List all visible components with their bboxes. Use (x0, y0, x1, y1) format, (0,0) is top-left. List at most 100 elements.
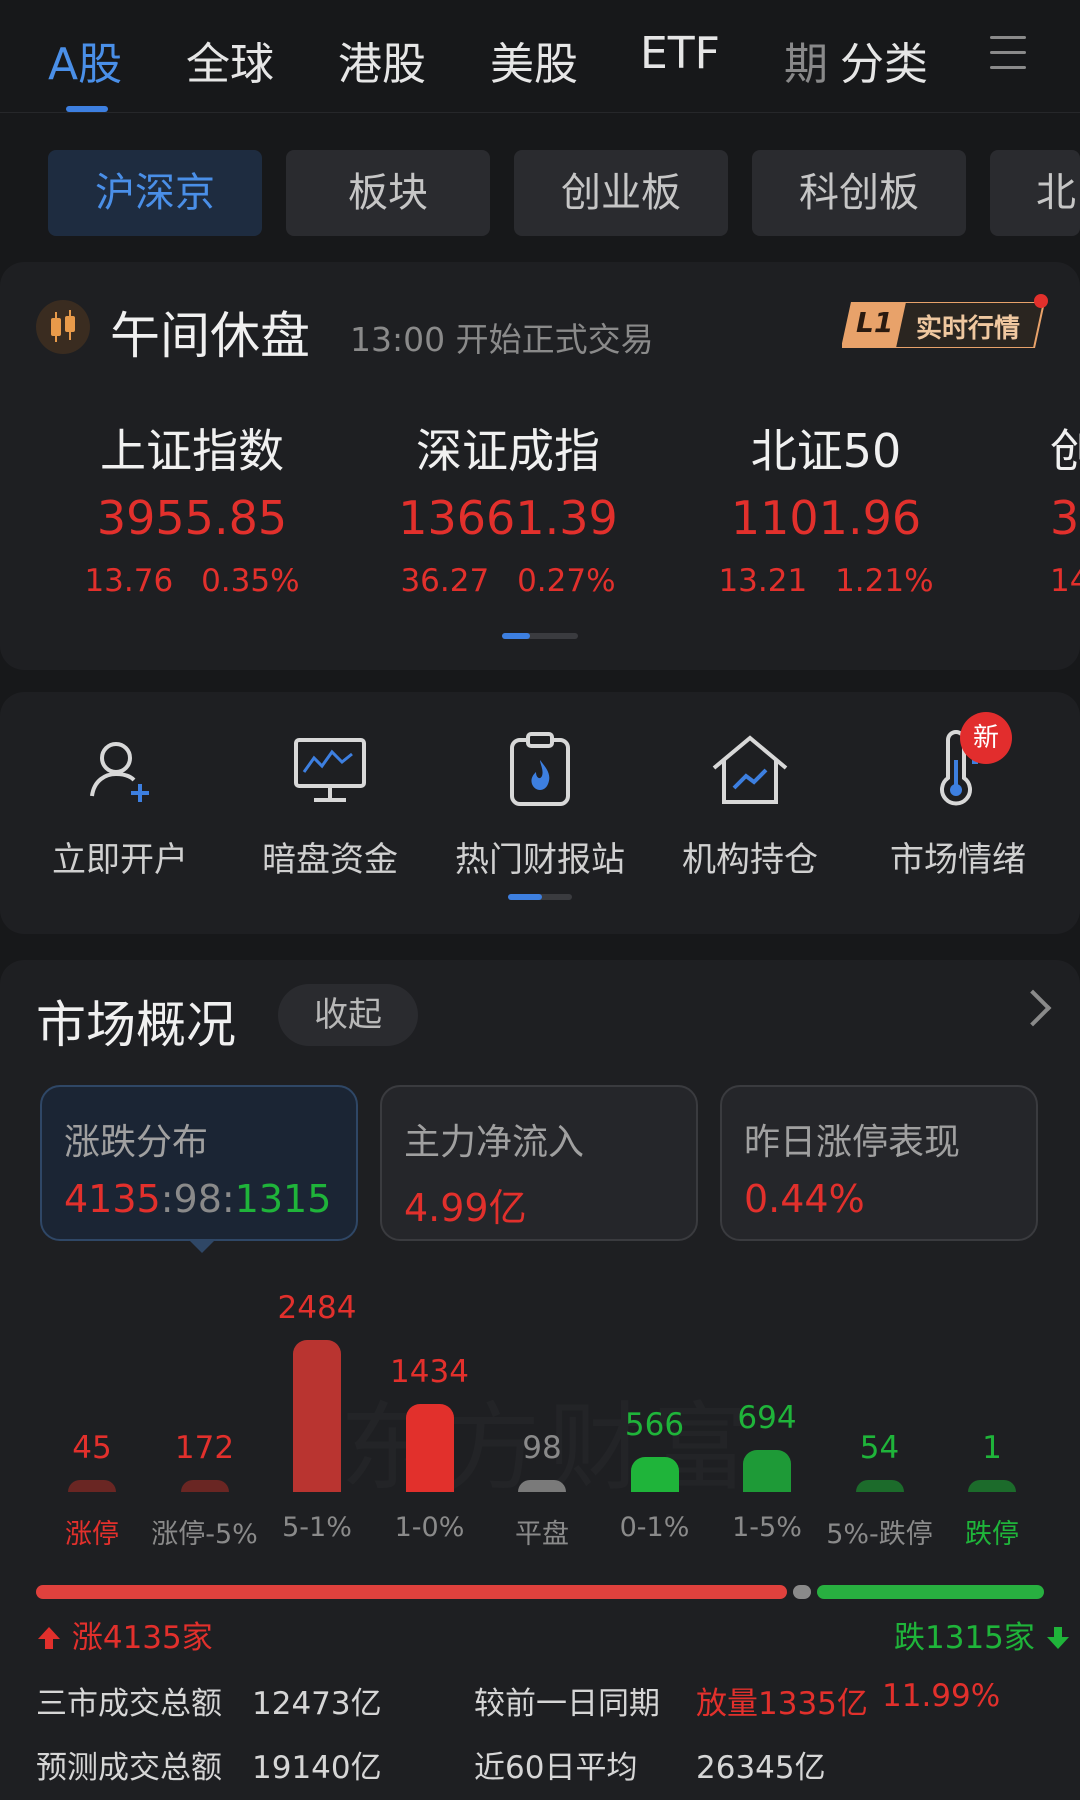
arrow-down-icon (1046, 1627, 1069, 1649)
subtab-star-market[interactable]: 科创板 (752, 150, 966, 236)
tab-futures[interactable]: 期 (784, 28, 828, 92)
up-count-label: 涨4135家 (36, 1612, 213, 1657)
shortcut-label: 暗盘资金 (262, 840, 398, 880)
subtab-sh-sz-bj[interactable]: 沪深京 (48, 150, 262, 236)
index-shanghai[interactable]: 上证指数 3955.85 13.76 0.35% (42, 415, 342, 599)
add-user-icon (80, 730, 160, 810)
menu-icon[interactable] (990, 36, 1026, 70)
notification-dot (1034, 294, 1048, 308)
bar-value-label: 2484 (277, 1290, 357, 1326)
index-bse50[interactable]: 北证50 1101.96 13.21 1.21% (676, 415, 976, 599)
ratio-up-segment (36, 1585, 787, 1599)
bar-value-label: 1434 (390, 1354, 469, 1390)
stat-avg-value: 26345亿 (696, 1750, 826, 1786)
index-value: 3 (1050, 491, 1080, 545)
ratio-flat-segment (793, 1585, 811, 1599)
bar-value-label: 1 (982, 1430, 1002, 1466)
subtab-chinext[interactable]: 创业板 (514, 150, 728, 236)
bar-category-label: 5%-跌停 (826, 1519, 933, 1550)
index-pager-thumb (502, 633, 530, 639)
bar-value-label: 45 (72, 1430, 112, 1466)
shortcut-market-sentiment[interactable]: 市场情绪 (868, 730, 1048, 881)
bar-category-label: 平盘 (515, 1519, 569, 1550)
bar-value-label: 98 (522, 1430, 562, 1466)
index-change: 14. (1050, 563, 1080, 599)
market-tab-bar: A股 全球 港股 美股 ETF 期 分类 (0, 0, 1080, 113)
ratio-down-segment (817, 1585, 1044, 1599)
bar-category-label: 涨停-5% (151, 1519, 258, 1550)
bar-1 (180, 1480, 229, 1492)
index-chinext-partial[interactable]: 创 3 14. (1050, 415, 1080, 599)
collapse-button[interactable]: 收起 (278, 984, 418, 1046)
stat-compare-percent: 11.99% (882, 1678, 1001, 1714)
bar-category-label: 1-0% (394, 1512, 465, 1543)
bar-value-label: 566 (624, 1407, 685, 1443)
stat-forecast-label: 预测成交总额 (36, 1750, 222, 1786)
stat-total-value: 12473亿 (252, 1686, 382, 1722)
candlestick-icon (36, 300, 90, 354)
bar-value-label: 172 (174, 1430, 235, 1466)
bar-0 (68, 1480, 116, 1492)
market-status-title: 午间休盘 (110, 307, 310, 365)
subtab-sector[interactable]: 板块 (286, 150, 490, 236)
shortcut-open-account[interactable]: 立即开户 (30, 730, 210, 881)
metric-up-down-distribution[interactable]: 涨跌分布 4135:98:1315 (40, 1085, 358, 1241)
subtab-bse[interactable]: 北 (990, 150, 1080, 236)
index-name: 创 (1050, 424, 1080, 478)
overview-title: 市场概况 (36, 996, 236, 1054)
l1-realtime-badge[interactable]: L1 实时行情 (840, 301, 1046, 349)
tab-category[interactable]: 分类 (840, 28, 928, 92)
bar-category-label: 跌停 (965, 1519, 1019, 1550)
metric-limit-up-performance[interactable]: 昨日涨停表现 0.44% (720, 1085, 1038, 1241)
bar-4 (518, 1480, 566, 1492)
monitor-chart-icon (290, 730, 370, 810)
metric-label: 主力净流入 (404, 1122, 585, 1163)
metric-label: 昨日涨停表现 (744, 1122, 961, 1163)
tab-global[interactable]: 全球 (186, 28, 274, 92)
shortcut-earnings-hub[interactable]: 热门财报站 (450, 730, 630, 881)
bar-8 (968, 1480, 1016, 1492)
shortcut-dark-pool[interactable]: 暗盘资金 (240, 730, 420, 881)
index-change: 36.27 0.27% (400, 563, 616, 599)
index-value: 1101.96 (730, 491, 922, 545)
index-name: 北证50 (750, 424, 902, 478)
bar-7 (855, 1480, 904, 1492)
shortcut-pager-thumb (508, 894, 542, 900)
index-name: 深证成指 (416, 424, 600, 478)
shortcut-label: 机构持仓 (682, 840, 818, 880)
market-status-subtitle: 13:00 开始正式交易 (350, 320, 654, 359)
bar-category-label: 0-1% (619, 1512, 690, 1543)
metric-pointer (188, 1239, 216, 1253)
bar-category-label: 5-1% (282, 1512, 352, 1543)
stat-compare-value: 放量1335亿 (696, 1686, 868, 1722)
index-change: 13.76 0.35% (84, 563, 300, 599)
bar-category-label: 涨停 (65, 1519, 119, 1550)
metric-main-net-inflow[interactable]: 主力净流入 4.99亿 (380, 1085, 698, 1241)
tab-hk-stocks[interactable]: 港股 (338, 28, 426, 92)
stat-total-label: 三市成交总额 (36, 1686, 222, 1722)
shortcut-label: 热门财报站 (455, 840, 625, 880)
metric-value: 4135:98:1315 (64, 1177, 332, 1221)
down-count-label: 跌1315家 (894, 1612, 1071, 1657)
up-down-ratio-bar (36, 1585, 1044, 1599)
shortcut-institution-holdings[interactable]: 机构持仓 (660, 730, 840, 881)
index-value: 13661.39 (398, 491, 618, 545)
stat-forecast-value: 19140亿 (252, 1750, 382, 1786)
l1-badge-text: 实时行情 (916, 314, 1021, 344)
metric-value: 4.99亿 (404, 1186, 527, 1230)
shortcut-label: 立即开户 (52, 840, 188, 880)
new-badge: 新 (960, 712, 1012, 764)
bar-value-label: 694 (737, 1400, 797, 1436)
metric-label: 涨跌分布 (64, 1122, 209, 1163)
bar-category-label: 1-5% (732, 1512, 802, 1543)
bar-value-label: 54 (859, 1430, 900, 1466)
bar-5 (630, 1457, 679, 1492)
tab-etf[interactable]: ETF (640, 28, 720, 79)
l1-badge-label: L1 (856, 306, 894, 339)
index-shenzhen[interactable]: 深证成指 13661.39 36.27 0.27% (358, 415, 658, 599)
house-trend-icon (710, 730, 790, 810)
shortcut-label: 市场情绪 (890, 840, 1026, 880)
tab-us-stocks[interactable]: 美股 (490, 28, 578, 92)
index-value: 3955.85 (96, 491, 288, 545)
tab-a-shares[interactable]: A股 (48, 28, 122, 92)
